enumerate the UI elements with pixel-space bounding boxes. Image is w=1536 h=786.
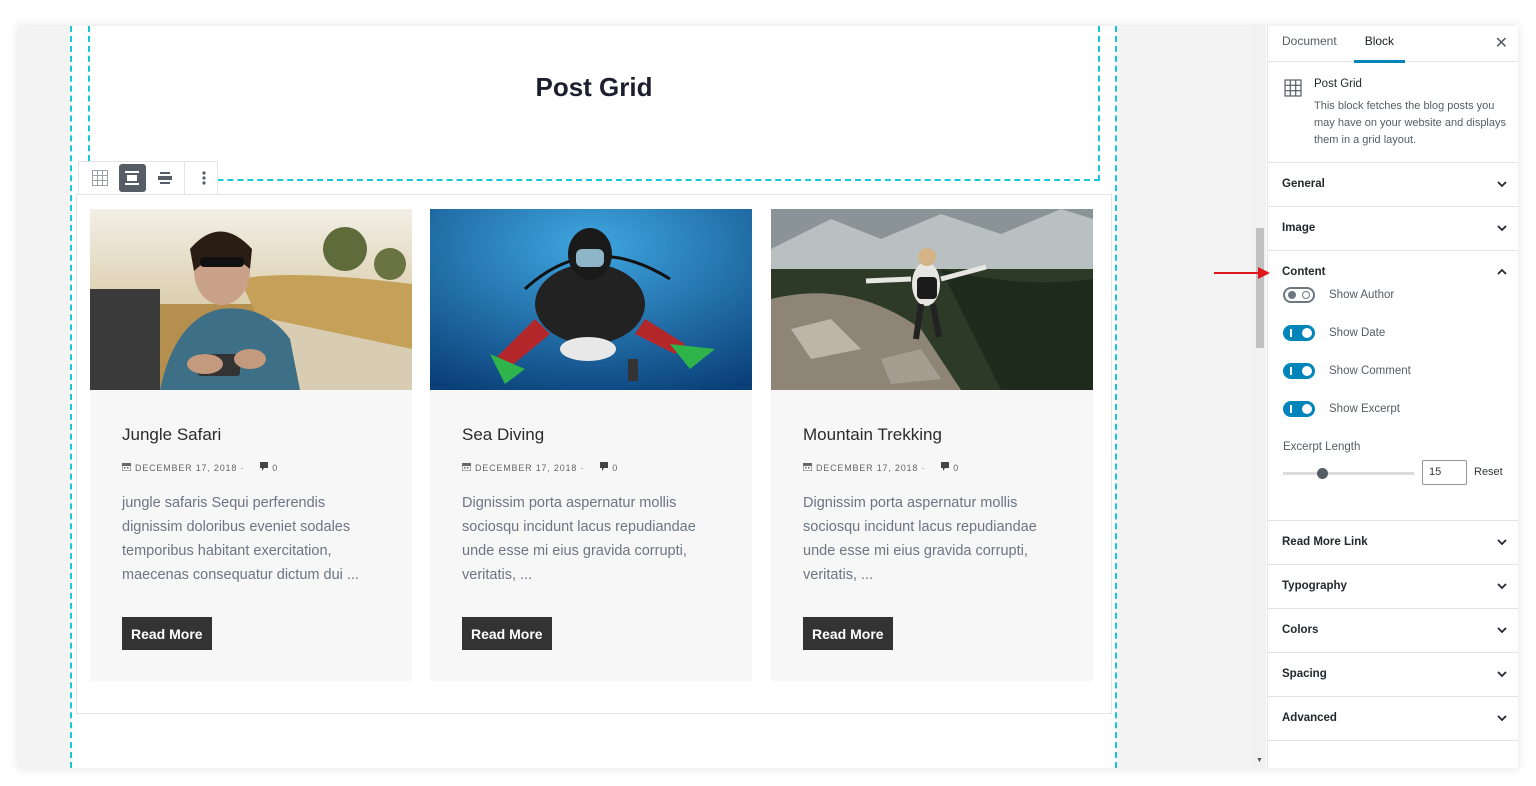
comment-count: 0 [612,462,619,473]
block-toolbar [78,161,218,195]
comment-icon [260,462,269,473]
toggle-switch[interactable] [1283,363,1315,379]
panel-title: Colors [1282,624,1319,636]
toggle-switch[interactable] [1283,287,1315,303]
post-meta: DECEMBER 17, 2018 · 0 [461,462,619,473]
panel-general[interactable]: General [1268,163,1518,207]
chevron-down-icon [1496,711,1508,729]
chevron-down-icon [1496,535,1508,553]
toggle-label: Show Date [1329,327,1386,339]
grid-icon[interactable] [87,164,113,192]
chevron-down-icon [1496,623,1508,641]
calendar-icon [121,462,132,473]
toggle-label: Show Author [1329,289,1395,301]
more-options-icon[interactable] [191,164,217,192]
excerpt-length-label: Excerpt Length [1283,441,1361,453]
grid-icon [1284,79,1302,102]
toggle-show-excerpt[interactable]: Show Excerpt [1283,401,1400,417]
panel-title: Image [1282,222,1316,234]
block-guide-left [70,26,72,768]
close-icon[interactable]: ✕ [1495,33,1508,53]
post-title[interactable]: Sea Diving [462,425,544,445]
post-excerpt: jungle safaris Sequi perferendis digniss… [122,495,359,583]
toggle-show-author[interactable]: Show Author [1283,287,1394,303]
excerpt-length-slider[interactable] [1283,468,1414,479]
app-frame: Post Grid Jungle Safari DECEMBER 17, 201… [18,26,1518,768]
page-title[interactable]: Post Grid [90,72,1098,103]
comment-count: 0 [953,462,960,473]
settings-sidebar: Document Block ✕ Post Grid This block fe… [1267,26,1518,768]
post-meta: DECEMBER 17, 2018 · 0 [121,462,279,473]
align-wide-icon[interactable] [152,164,178,192]
panel-title[interactable]: Content [1282,266,1325,278]
toggle-switch[interactable] [1283,325,1315,341]
post-image-jungle-safari [90,209,412,390]
post-date: DECEMBER 17, 2018 · [135,462,245,473]
tab-document[interactable]: Document [1268,26,1351,62]
block-title: Post Grid [1314,78,1362,90]
toggle-switch[interactable] [1283,401,1315,417]
chevron-down-icon [1496,177,1508,195]
panel-title: General [1282,178,1325,190]
slider-handle[interactable] [1317,468,1329,479]
scroll-down-icon[interactable]: ▼ [1256,757,1263,764]
post-card: Mountain Trekking DECEMBER 17, 2018 · 0 … [771,209,1093,681]
post-excerpt: Dignissim porta aspernatur mollis socios… [462,495,696,583]
block-guide-right [1115,26,1117,768]
panel-colors[interactable]: Colors [1268,609,1518,653]
excerpt-length-input[interactable]: 15 [1422,460,1467,485]
panel-title: Read More Link [1282,536,1368,548]
editor-canvas: Post Grid Jungle Safari DECEMBER 17, 201… [18,26,1266,768]
heading-block[interactable]: Post Grid [88,26,1100,181]
reset-button[interactable]: Reset [1474,466,1503,478]
panel-image[interactable]: Image [1268,207,1518,251]
post-title[interactable]: Jungle Safari [122,425,221,445]
comment-icon [941,462,950,473]
block-card: Post Grid This block fetches the blog po… [1268,62,1518,163]
tab-block[interactable]: Block [1351,26,1408,63]
post-card: Sea Diving DECEMBER 17, 2018 · 0 Digniss… [430,209,752,681]
read-more-button[interactable]: Read More [803,617,893,650]
comment-count: 0 [272,462,279,473]
panel-read-more-link[interactable]: Read More Link [1268,521,1518,565]
post-card: Jungle Safari DECEMBER 17, 2018 · 0 jung… [90,209,412,681]
editor-scrollbar[interactable]: ▼ [1254,26,1266,768]
panel-title: Typography [1282,580,1347,592]
panel-spacing[interactable]: Spacing [1268,653,1518,697]
post-image-sea-diving [430,209,752,390]
toggle-label: Show Comment [1329,365,1411,377]
panel-advanced[interactable]: Advanced [1268,697,1518,741]
post-image-mountain-trekking [771,209,1093,390]
chevron-down-icon [1496,667,1508,685]
panel-content: Content Show Author Show Date Show Comme… [1268,251,1518,521]
toggle-show-comment[interactable]: Show Comment [1283,363,1411,379]
align-center-icon[interactable] [119,164,146,192]
read-more-button[interactable]: Read More [122,617,212,650]
post-date: DECEMBER 17, 2018 · [816,462,926,473]
annotation-arrow [1214,266,1270,285]
calendar-icon [461,462,472,473]
block-description: This block fetches the blog posts you ma… [1314,100,1506,146]
chevron-down-icon [1496,221,1508,239]
toolbar-divider [183,161,185,195]
read-more-button[interactable]: Read More [462,617,552,650]
post-meta: DECEMBER 17, 2018 · 0 [802,462,960,473]
toggle-label: Show Excerpt [1329,403,1400,415]
panel-title: Spacing [1282,668,1327,680]
panel-typography[interactable]: Typography [1268,565,1518,609]
post-title[interactable]: Mountain Trekking [803,425,942,445]
panel-title: Advanced [1282,712,1337,724]
chevron-down-icon [1496,579,1508,597]
toggle-show-date[interactable]: Show Date [1283,325,1385,341]
sidebar-tabs: Document Block ✕ [1268,26,1518,63]
chevron-up-icon[interactable] [1496,265,1508,283]
post-excerpt: Dignissim porta aspernatur mollis socios… [803,495,1037,583]
calendar-icon [802,462,813,473]
scrollbar-thumb[interactable] [1256,228,1264,348]
comment-icon [600,462,609,473]
post-date: DECEMBER 17, 2018 · [475,462,585,473]
